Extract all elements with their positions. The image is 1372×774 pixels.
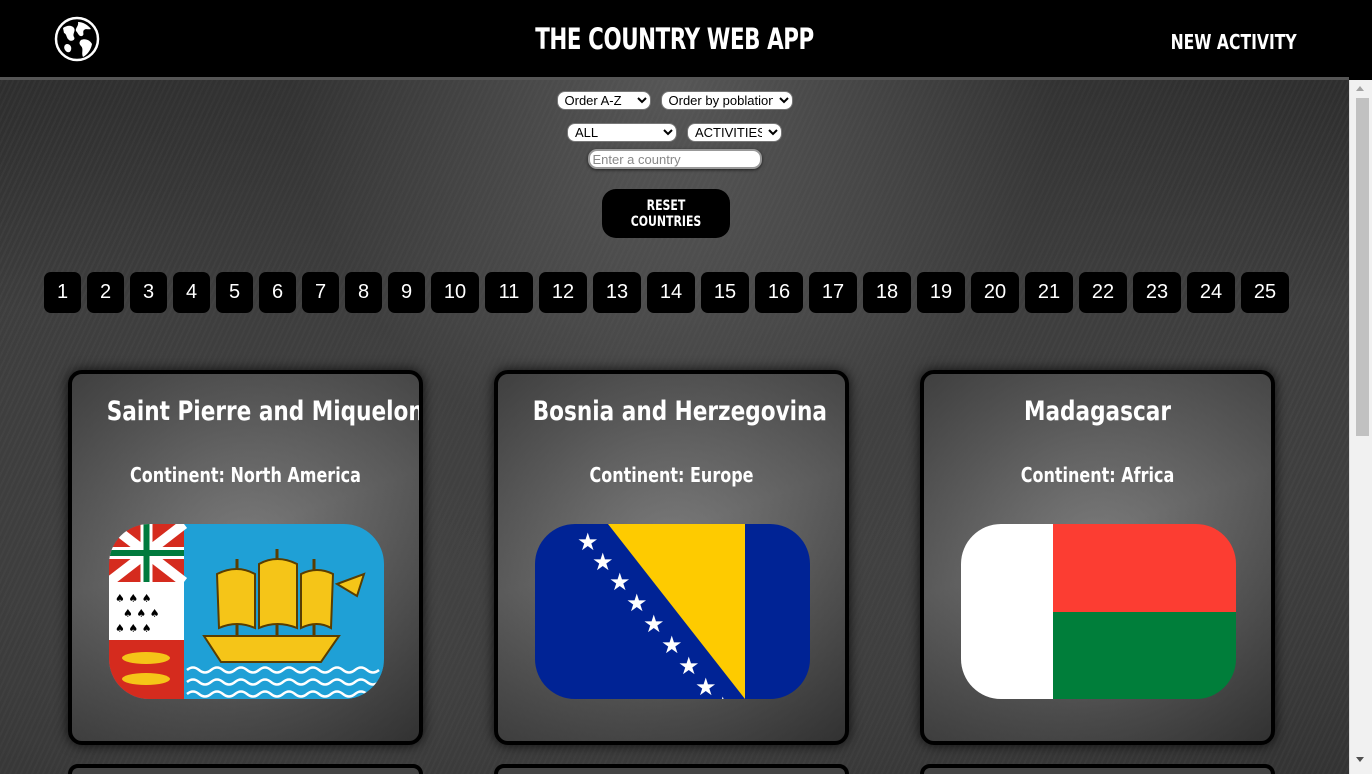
order-population-select[interactable]: Order by poblation [660, 91, 793, 110]
page-button-5[interactable]: 5 [216, 272, 253, 313]
country-continent: Continent: Europe [589, 463, 754, 487]
page-button-17[interactable]: 17 [809, 272, 857, 313]
svg-text:★: ★ [712, 692, 734, 699]
order-controls: Order A-Z Order by poblation [0, 91, 1349, 110]
page-button-9[interactable]: 9 [388, 272, 425, 313]
page-button-24[interactable]: 24 [1187, 272, 1235, 313]
country-continent: Continent: North America [130, 463, 361, 487]
country-card[interactable]: Saint Pierre and Miquelon Continent: Nor… [68, 370, 423, 745]
svg-text:♠ ♠ ♠: ♠ ♠ ♠ [123, 607, 160, 620]
page-button-3[interactable]: 3 [130, 272, 167, 313]
new-activity-link[interactable]: NEW ACTIVITY [1171, 30, 1297, 54]
country-continent: Continent: Africa [1020, 463, 1175, 487]
page-button-18[interactable]: 18 [863, 272, 911, 313]
page-button-25[interactable]: 25 [1241, 272, 1289, 313]
country-card-partial[interactable] [494, 764, 849, 774]
page-button-11[interactable]: 11 [485, 272, 533, 313]
page-button-14[interactable]: 14 [647, 272, 695, 313]
page-button-22[interactable]: 22 [1079, 272, 1127, 313]
country-name: Madagascar [1023, 396, 1172, 427]
top-navbar: THE COUNTRY WEB APP NEW ACTIVITY [0, 0, 1349, 80]
reset-countries-label: RESET COUNTRIES [630, 197, 702, 230]
scrollbar-header-gap [1349, 0, 1372, 80]
page-button-6[interactable]: 6 [259, 272, 296, 313]
bosnia-and-herzegovina-flag: ★ ★ ★ ★ ★ ★ ★ ★ ★ [535, 524, 810, 699]
globe-icon[interactable] [54, 16, 100, 62]
continent-filter-select[interactable]: ALL [567, 123, 677, 142]
order-alpha-select[interactable]: Order A-Z [556, 91, 651, 110]
country-name: Saint Pierre and Miquelon [106, 396, 423, 427]
page-button-16[interactable]: 16 [755, 272, 803, 313]
country-card[interactable]: Bosnia and Herzegovina Continent: Europe… [494, 370, 849, 745]
page-button-23[interactable]: 23 [1133, 272, 1181, 313]
madagascar-flag [961, 524, 1236, 699]
svg-text:♠ ♠ ♠: ♠ ♠ ♠ [115, 622, 152, 635]
country-card-partial[interactable] [920, 764, 1275, 774]
app-title: THE COUNTRY WEB APP [535, 22, 814, 56]
search-input[interactable] [587, 149, 762, 169]
page-button-7[interactable]: 7 [302, 272, 339, 313]
scrollbar-thumb[interactable] [1356, 98, 1369, 436]
page-button-1[interactable]: 1 [44, 272, 81, 313]
svg-text:♠ ♠ ♠: ♠ ♠ ♠ [115, 592, 152, 605]
page-button-2[interactable]: 2 [87, 272, 124, 313]
page-button-4[interactable]: 4 [173, 272, 210, 313]
page-button-21[interactable]: 21 [1025, 272, 1073, 313]
search-row [0, 149, 1349, 169]
page-button-20[interactable]: 20 [971, 272, 1019, 313]
country-card[interactable]: Madagascar Continent: Africa [920, 370, 1275, 745]
page-button-19[interactable]: 19 [917, 272, 965, 313]
page-button-13[interactable]: 13 [593, 272, 641, 313]
page-button-10[interactable]: 10 [431, 272, 479, 313]
page-button-15[interactable]: 15 [701, 272, 749, 313]
filter-controls: ALL ACTIVITIES [0, 123, 1349, 142]
vertical-scrollbar[interactable] [1349, 0, 1372, 774]
saint-pierre-and-miquelon-flag: ♠ ♠ ♠ ♠ ♠ ♠ ♠ ♠ ♠ [109, 524, 384, 699]
page-button-8[interactable]: 8 [345, 272, 382, 313]
scroll-down-arrow-icon[interactable] [1356, 757, 1364, 762]
pagination: 1 2 3 4 5 6 7 8 9 10 11 12 13 14 15 16 1… [44, 272, 1289, 313]
page-button-12[interactable]: 12 [539, 272, 587, 313]
country-name: Bosnia and Herzegovina [532, 396, 828, 427]
activities-filter-select[interactable]: ACTIVITIES [687, 123, 782, 142]
page-background: THE COUNTRY WEB APP NEW ACTIVITY Order A… [0, 0, 1349, 774]
scroll-up-arrow-icon[interactable] [1356, 86, 1364, 91]
reset-countries-button[interactable]: RESET COUNTRIES [602, 189, 730, 238]
country-card-partial[interactable] [68, 764, 423, 774]
